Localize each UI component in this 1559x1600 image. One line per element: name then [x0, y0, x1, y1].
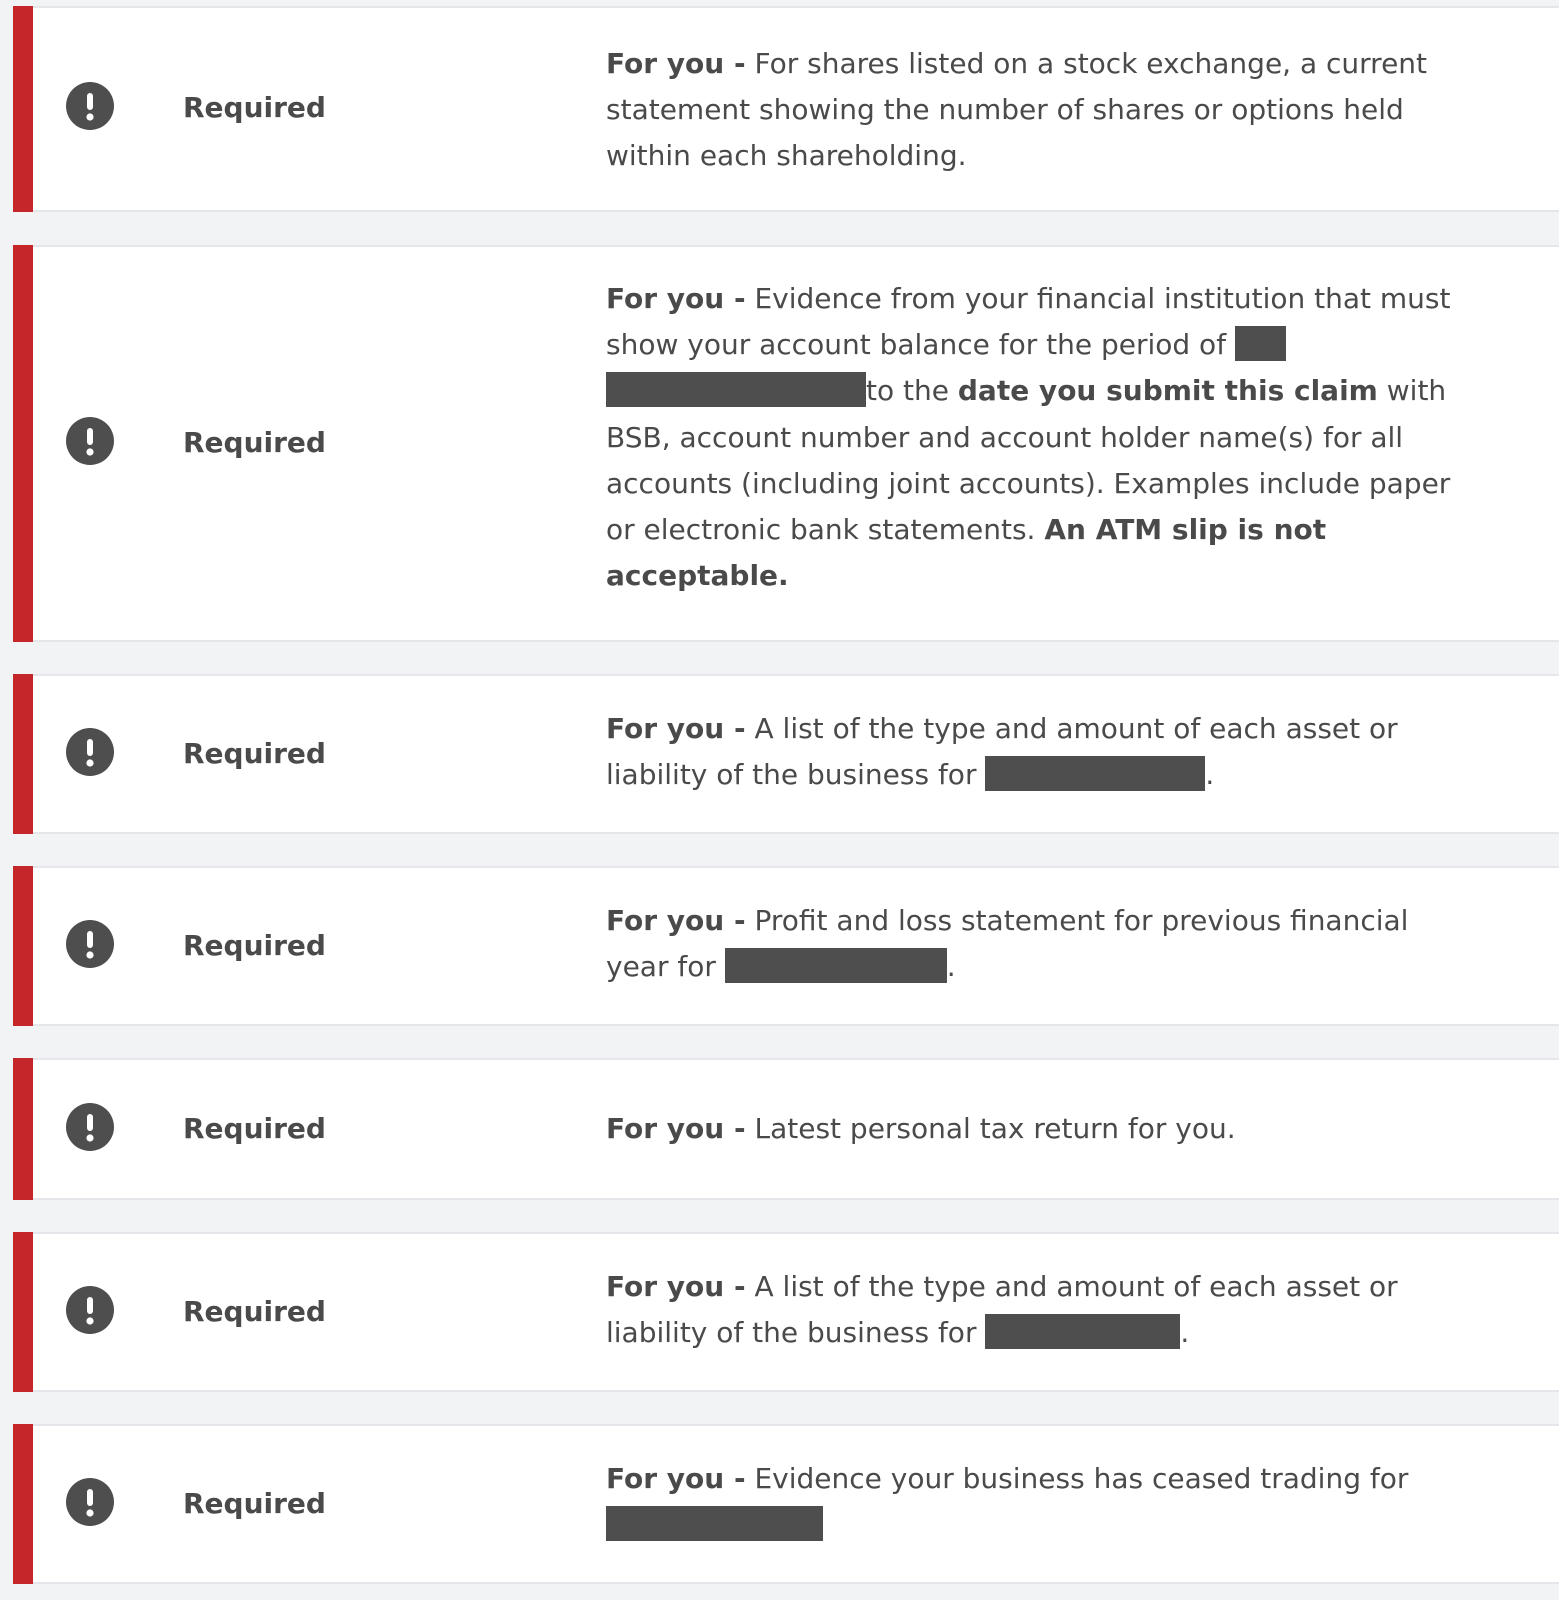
requirement-recipient: For you -: [606, 712, 746, 745]
requirement-text: to the: [866, 374, 949, 408]
status-accent-bar: [13, 245, 33, 642]
requirement-recipient: For you -: [606, 282, 746, 315]
requirement-card: Required For you - Evidence from your fi…: [13, 245, 1559, 642]
exclamation-circle-icon: [66, 1286, 114, 1334]
status-accent-bar: [13, 1424, 33, 1584]
status-accent-bar: [13, 866, 33, 1026]
status-label: Required: [183, 737, 326, 770]
redacted-business-name: [606, 1506, 823, 1542]
requirement-description: For you - A list of the type and amount …: [606, 1264, 1466, 1356]
redacted-date: [1234, 326, 1286, 362]
requirement-text: Evidence your business has ceased tradin…: [754, 1462, 1409, 1495]
requirement-description: For you - For shares listed on a stock e…: [606, 41, 1466, 180]
requirement-card: Required For you - Evidence your busines…: [13, 1424, 1559, 1584]
requirement-description: For you - Latest personal tax return for…: [606, 1106, 1466, 1152]
status-label: Required: [183, 1487, 326, 1520]
requirement-recipient: For you -: [606, 47, 746, 80]
redacted-business-name: [724, 948, 947, 984]
requirement-card: Required For you - Latest personal tax r…: [13, 1058, 1559, 1200]
status-label: Required: [183, 1112, 326, 1145]
requirement-emphasis: date you submit this claim: [957, 374, 1378, 408]
requirement-card: Required For you - Profit and loss state…: [13, 866, 1559, 1026]
requirement-card: Required For you - A list of the type an…: [13, 1232, 1559, 1392]
status-accent-bar: [13, 6, 33, 212]
status-accent-bar: [13, 674, 33, 834]
requirement-description: For you - Evidence your business has cea…: [606, 1456, 1466, 1548]
exclamation-circle-icon: [66, 1478, 114, 1526]
requirement-description: For you - A list of the type and amount …: [606, 706, 1466, 798]
requirement-recipient: For you -: [606, 1112, 746, 1145]
exclamation-circle-icon: [66, 728, 114, 776]
status-label: Required: [183, 929, 326, 962]
requirement-text: .: [1205, 758, 1215, 792]
requirement-description: For you - Evidence from your financial i…: [606, 276, 1466, 599]
status-label: Required: [183, 91, 326, 124]
requirement-recipient: For you -: [606, 1462, 746, 1495]
redacted-business-name: [985, 1314, 1181, 1350]
status-label: Required: [183, 1295, 326, 1328]
requirement-text: .: [946, 950, 956, 984]
status-accent-bar: [13, 1232, 33, 1392]
exclamation-circle-icon: [66, 920, 114, 968]
requirement-text: .: [1180, 1316, 1190, 1350]
redacted-date: [606, 372, 866, 408]
status-label: Required: [183, 426, 326, 459]
exclamation-circle-icon: [66, 417, 114, 465]
requirement-description: For you - Profit and loss statement for …: [606, 898, 1466, 990]
requirement-text: Latest personal tax return for you.: [754, 1112, 1236, 1145]
requirements-list: Required For you - For shares listed on …: [0, 0, 1559, 1600]
exclamation-circle-icon: [66, 1103, 114, 1151]
exclamation-circle-icon: [66, 82, 114, 130]
requirement-recipient: For you -: [606, 1270, 746, 1303]
requirement-card: Required For you - A list of the type an…: [13, 674, 1559, 834]
requirement-recipient: For you -: [606, 904, 746, 937]
status-accent-bar: [13, 1058, 33, 1200]
requirement-card: Required For you - For shares listed on …: [13, 6, 1559, 212]
redacted-business-name: [985, 756, 1206, 792]
